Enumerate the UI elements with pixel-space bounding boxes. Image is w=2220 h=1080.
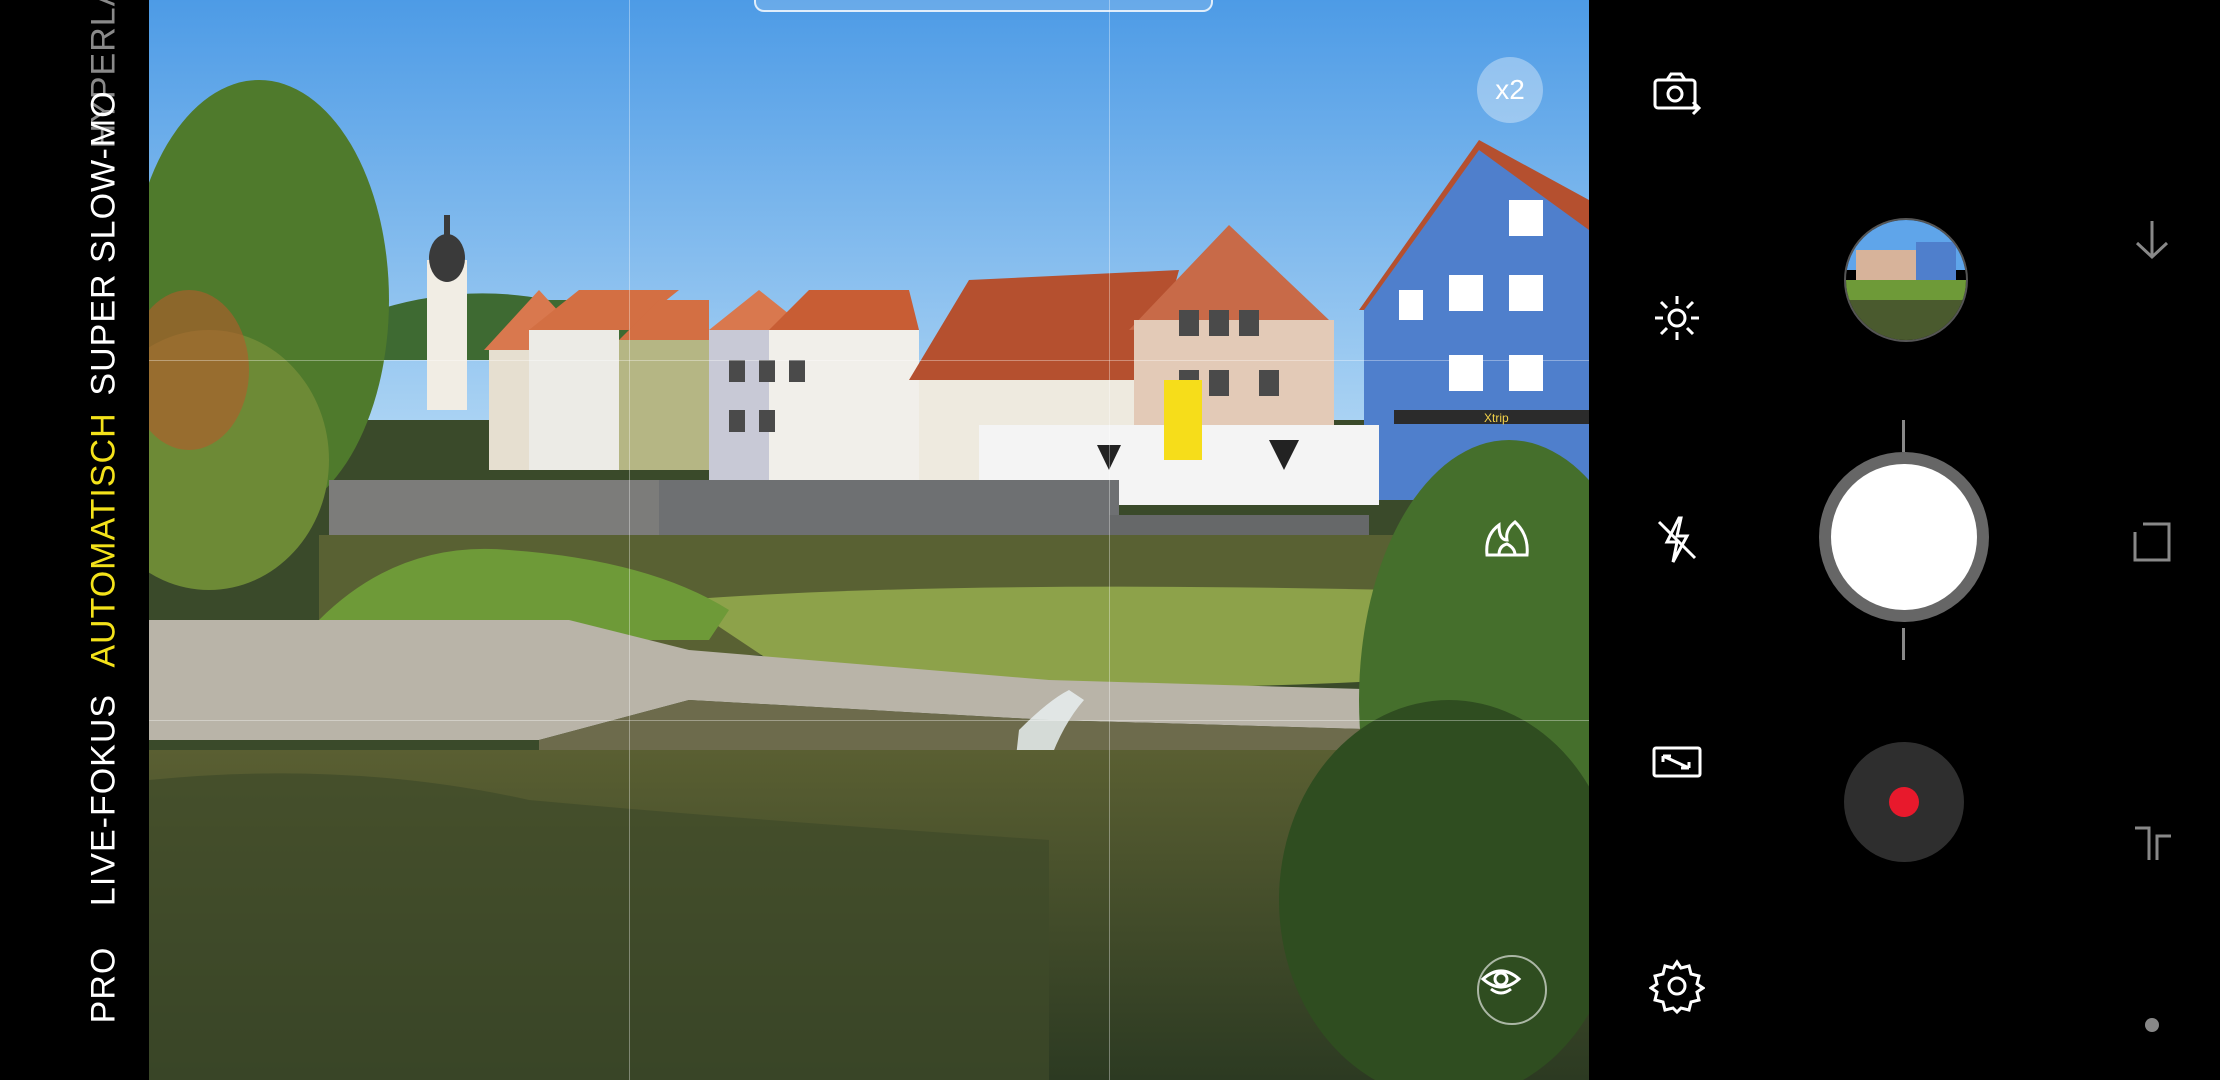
- aspect-ratio-icon: [1652, 746, 1702, 778]
- scene-image: Xtrip: [149, 0, 1589, 1080]
- zoom-label: x2: [1495, 74, 1525, 105]
- mode-super-slow-mo[interactable]: SUPER SLOW-MO: [85, 90, 124, 395]
- sun-icon: [1655, 296, 1699, 340]
- top-indicator: [754, 0, 1213, 12]
- flash-button[interactable]: [1649, 512, 1705, 568]
- record-dot: [1889, 787, 1919, 817]
- shutter-inner: [1831, 464, 1977, 610]
- scene-optimizer-icon[interactable]: [1477, 510, 1537, 570]
- back-button[interactable]: [2127, 215, 2177, 265]
- mode-pro[interactable]: PRO: [85, 947, 124, 1024]
- grid-line: [629, 0, 630, 1080]
- camera-switch-icon: [1653, 72, 1702, 116]
- settings-button[interactable]: [1648, 958, 1706, 1015]
- shop-sign: Xtrip: [1484, 411, 1509, 425]
- shutter-guide-line: [1902, 420, 1905, 452]
- recents-button[interactable]: [2127, 516, 2177, 566]
- mode-strip: HYPERLAPSE SUPER SLOW-MO AUTOMATISCH LIV…: [0, 0, 149, 1080]
- home-button[interactable]: [2127, 818, 2177, 868]
- gallery-thumbnail[interactable]: [1844, 218, 1968, 342]
- record-video-button[interactable]: [1844, 742, 1964, 862]
- gear-icon: [1648, 959, 1706, 1015]
- thumbnail-image: [1846, 220, 1966, 340]
- grid-line: [149, 360, 1589, 361]
- shutter-guide-line: [1902, 628, 1905, 660]
- home-icon: [2135, 826, 2171, 860]
- flash-off-icon: [1657, 516, 1697, 563]
- brightness-button[interactable]: [1649, 290, 1705, 346]
- zoom-button[interactable]: x2: [1477, 57, 1543, 123]
- switch-camera-button[interactable]: [1649, 66, 1705, 122]
- shutter-button[interactable]: [1819, 452, 1989, 622]
- back-arrow-icon: [2135, 221, 2169, 260]
- mode-automatisch[interactable]: AUTOMATISCH: [85, 412, 124, 667]
- eye-comfort-icon[interactable]: [1477, 955, 1547, 1025]
- nav-dot: [2127, 1000, 2177, 1050]
- grid-line: [1109, 0, 1110, 1080]
- recents-icon: [2133, 522, 2171, 562]
- camera-viewfinder[interactable]: Xtrip x2: [149, 0, 1589, 1080]
- mode-live-fokus[interactable]: LIVE-FOKUS: [85, 694, 124, 906]
- control-panel: [1589, 0, 2220, 1080]
- grid-line: [149, 720, 1589, 721]
- dot-icon: [2145, 1018, 2159, 1032]
- aspect-ratio-button[interactable]: [1649, 734, 1705, 790]
